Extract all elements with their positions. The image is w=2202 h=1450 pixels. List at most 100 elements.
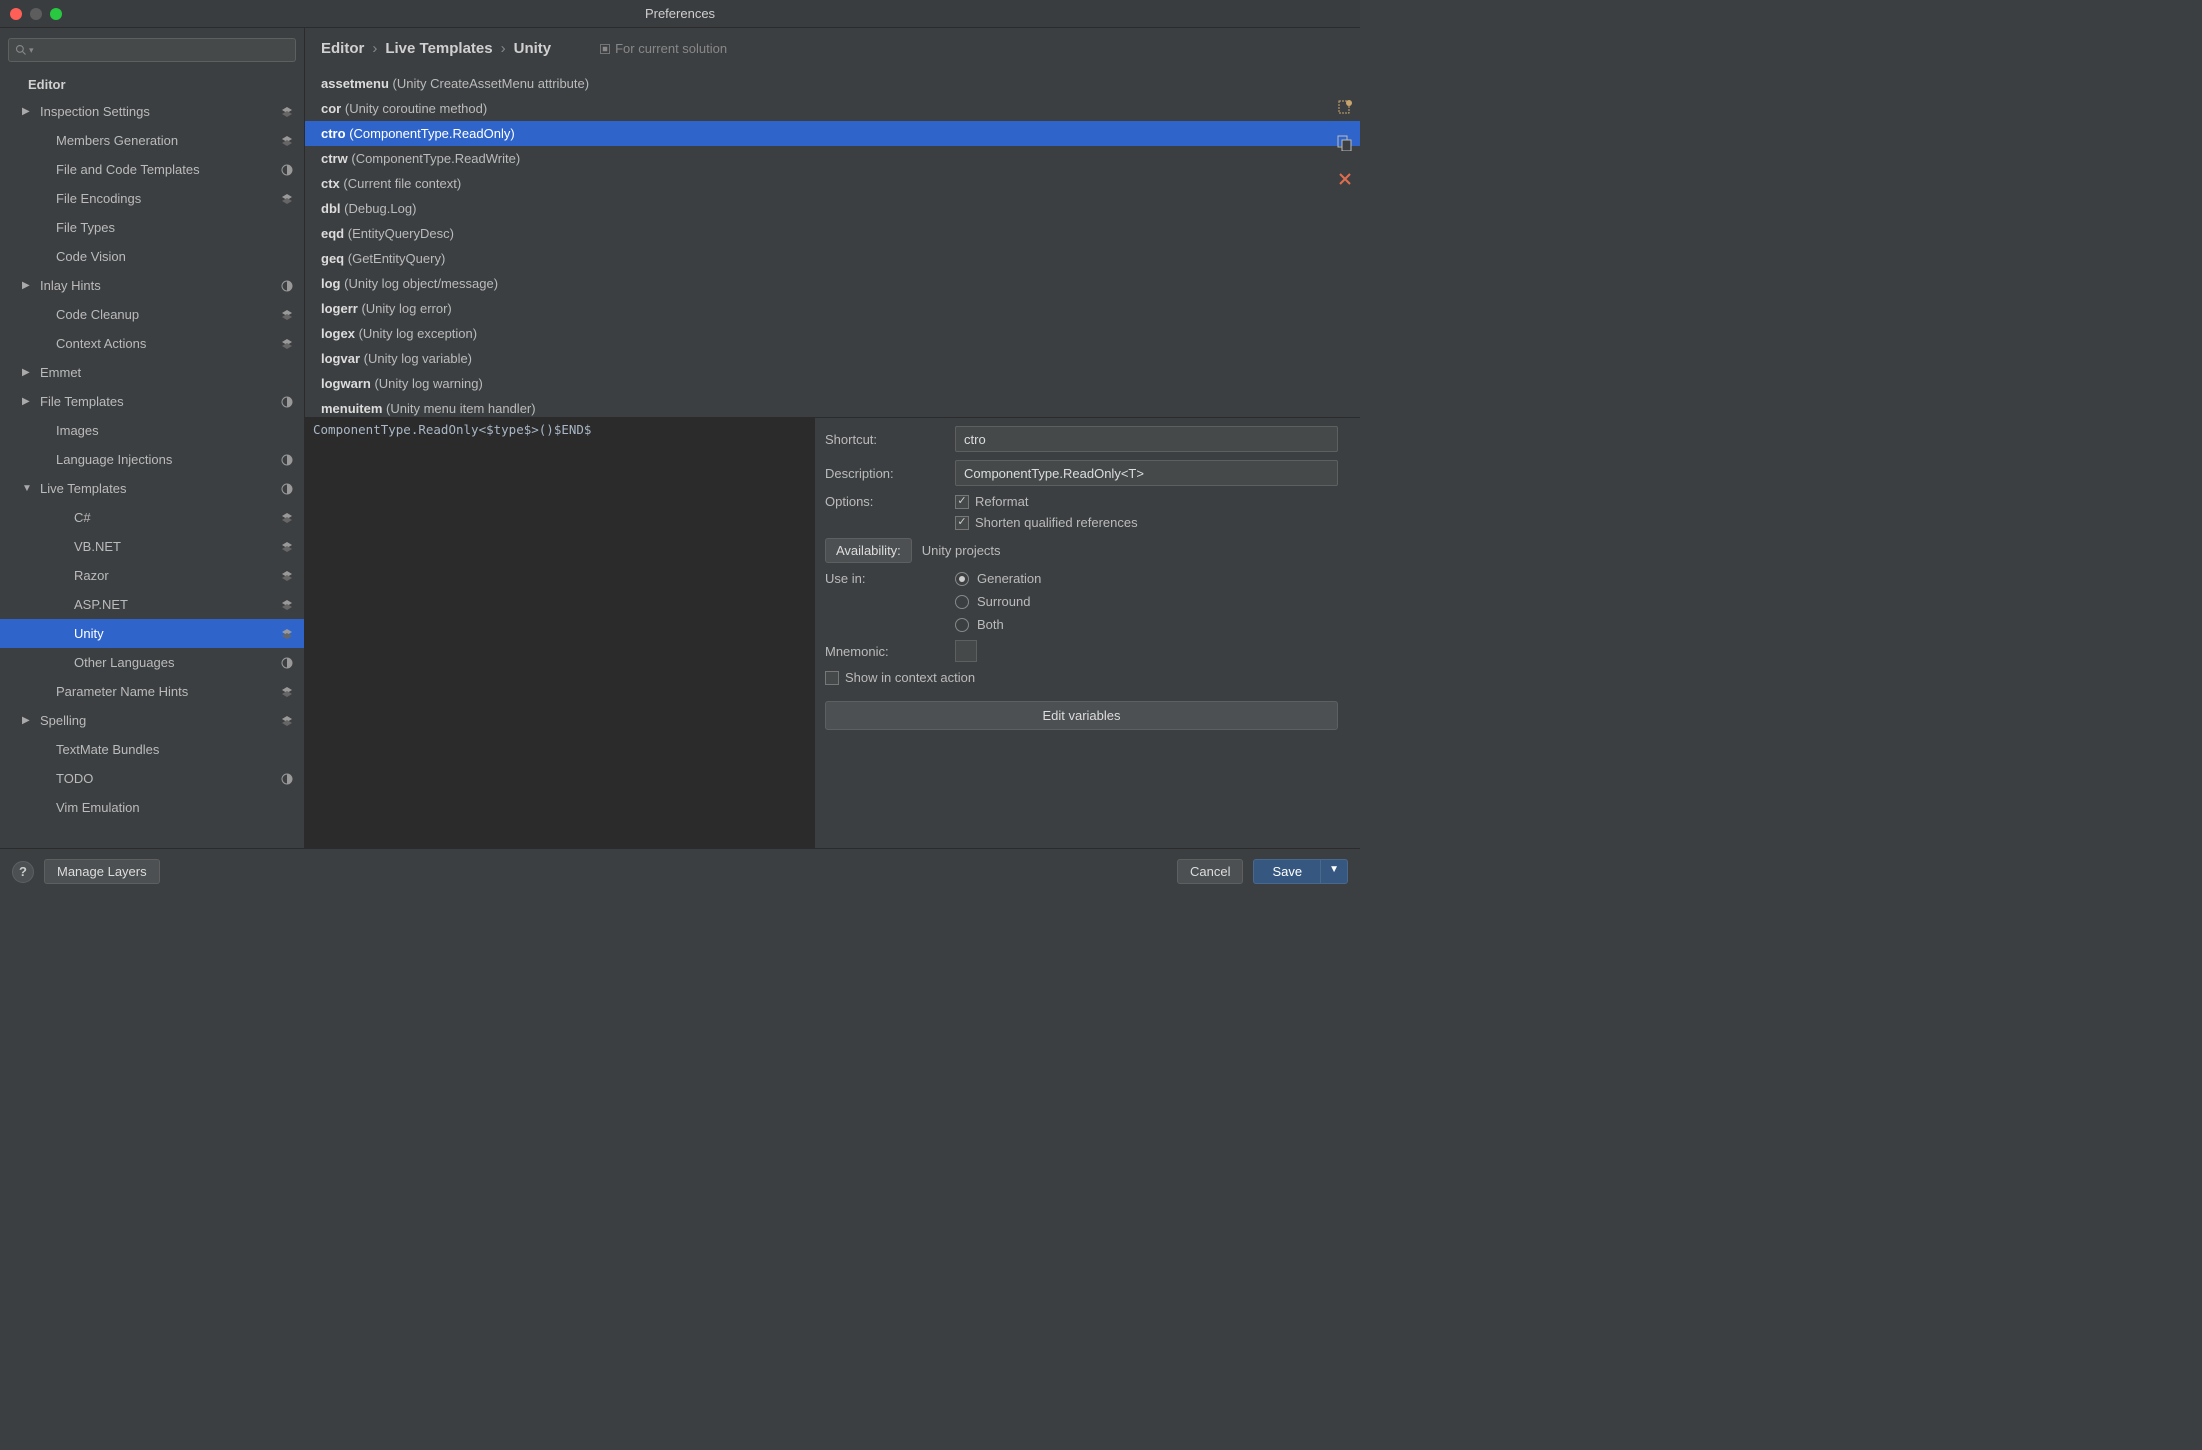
template-row[interactable]: ctrw (ComponentType.ReadWrite) <box>305 146 1360 171</box>
template-row[interactable]: logvar (Unity log variable) <box>305 346 1360 371</box>
sidebar-item-label: TextMate Bundles <box>56 742 294 757</box>
sidebar-item-label: Code Cleanup <box>56 307 280 322</box>
usein-generation-radio[interactable]: Generation <box>955 571 1041 586</box>
new-template-icon[interactable] <box>1336 98 1354 116</box>
template-desc: (EntityQueryDesc) <box>348 226 454 241</box>
close-window-icon[interactable] <box>10 8 22 20</box>
description-input[interactable] <box>955 460 1338 486</box>
expand-arrow-icon: ▶ <box>22 367 34 378</box>
sidebar-item-inspection-settings[interactable]: ▶Inspection Settings <box>0 97 304 126</box>
sidebar-item-code-cleanup[interactable]: Code Cleanup <box>0 300 304 329</box>
sidebar-item-razor[interactable]: Razor <box>0 561 304 590</box>
sidebar-item-language-injections[interactable]: Language Injections <box>0 445 304 474</box>
show-context-checkbox[interactable]: Show in context action <box>825 670 1338 685</box>
availability-button[interactable]: Availability: <box>825 538 912 563</box>
dialog-footer: ? Manage Layers Cancel Save ▼ <box>0 848 1360 894</box>
sidebar-item-live-templates[interactable]: ▼Live Templates <box>0 474 304 503</box>
description-label: Description: <box>825 466 945 481</box>
shorten-refs-checkbox[interactable]: Shorten qualified references <box>955 515 1138 530</box>
sidebar-item-context-actions[interactable]: Context Actions <box>0 329 304 358</box>
sidebar-item-c-[interactable]: C# <box>0 503 304 532</box>
manage-layers-button[interactable]: Manage Layers <box>44 859 160 884</box>
sidebar: ▾ Editor ▶Inspection SettingsMembers Gen… <box>0 28 305 848</box>
template-row[interactable]: ctx (Current file context) <box>305 171 1360 196</box>
sidebar-item-code-vision[interactable]: Code Vision <box>0 242 304 271</box>
solution-scope[interactable]: For current solution <box>599 41 727 56</box>
template-row[interactable]: cor (Unity coroutine method) <box>305 96 1360 121</box>
sidebar-item-label: C# <box>74 510 280 525</box>
sidebar-item-label: Inspection Settings <box>40 104 280 119</box>
layers-icon <box>280 627 294 641</box>
template-row[interactable]: geq (GetEntityQuery) <box>305 246 1360 271</box>
copy-template-icon[interactable] <box>1336 134 1354 152</box>
sidebar-item-label: Razor <box>74 568 280 583</box>
sidebar-item-vim-emulation[interactable]: Vim Emulation <box>0 793 304 822</box>
reformat-checkbox[interactable]: Reformat <box>955 494 1138 509</box>
sidebar-item-spelling[interactable]: ▶Spelling <box>0 706 304 735</box>
template-desc: (Unity log object/message) <box>344 276 498 291</box>
sidebar-item-members-generation[interactable]: Members Generation <box>0 126 304 155</box>
scope-icon <box>280 772 294 786</box>
sidebar-item-label: Live Templates <box>40 481 280 496</box>
delete-template-icon[interactable] <box>1336 170 1354 188</box>
sidebar-item-label: File Templates <box>40 394 280 409</box>
sidebar-item-other-languages[interactable]: Other Languages <box>0 648 304 677</box>
usein-surround-radio[interactable]: Surround <box>955 594 1041 609</box>
breadcrumb-sep: › <box>372 40 377 57</box>
sidebar-item-label: Parameter Name Hints <box>56 684 280 699</box>
layers-icon <box>280 192 294 206</box>
template-row[interactable]: menuitem (Unity menu item handler) <box>305 396 1360 417</box>
template-row[interactable]: log (Unity log object/message) <box>305 271 1360 296</box>
template-code-editor[interactable]: ComponentType.ReadOnly<$type$>()$END$ <box>305 418 815 848</box>
search-field[interactable] <box>38 43 289 57</box>
sidebar-item-file-types[interactable]: File Types <box>0 213 304 242</box>
shortcut-input[interactable] <box>955 426 1338 452</box>
sidebar-item-emmet[interactable]: ▶ Emmet <box>0 358 304 387</box>
template-row[interactable]: ctro (ComponentType.ReadOnly) <box>305 121 1360 146</box>
sidebar-item-file-templates[interactable]: ▶File Templates <box>0 387 304 416</box>
usein-both-radio[interactable]: Both <box>955 617 1041 632</box>
breadcrumb-1[interactable]: Editor <box>321 40 364 57</box>
template-list[interactable]: assetmenu (Unity CreateAssetMenu attribu… <box>305 67 1360 417</box>
sidebar-item-label: VB.NET <box>74 539 280 554</box>
layers-icon <box>280 569 294 583</box>
save-dropdown-icon[interactable]: ▼ <box>1320 860 1347 883</box>
template-desc: (Unity log variable) <box>364 351 472 366</box>
template-row[interactable]: logerr (Unity log error) <box>305 296 1360 321</box>
checkbox-icon <box>825 671 839 685</box>
scope-icon <box>280 279 294 293</box>
breadcrumb-2[interactable]: Live Templates <box>385 40 492 57</box>
sidebar-item-inlay-hints[interactable]: ▶Inlay Hints <box>0 271 304 300</box>
edit-variables-button[interactable]: Edit variables <box>825 701 1338 730</box>
shorten-label: Shorten qualified references <box>975 515 1138 530</box>
help-button[interactable]: ? <box>12 861 34 883</box>
sidebar-item-parameter-name-hints[interactable]: Parameter Name Hints <box>0 677 304 706</box>
template-row[interactable]: logex (Unity log exception) <box>305 321 1360 346</box>
expand-arrow-icon: ▶ <box>22 280 34 291</box>
sidebar-item-label: Emmet <box>40 365 294 380</box>
options-label: Options: <box>825 494 945 509</box>
maximize-window-icon[interactable] <box>50 8 62 20</box>
minimize-window-icon[interactable] <box>30 8 42 20</box>
template-row[interactable]: dbl (Debug.Log) <box>305 196 1360 221</box>
sidebar-item-file-and-code-templates[interactable]: File and Code Templates <box>0 155 304 184</box>
sidebar-item-images[interactable]: Images <box>0 416 304 445</box>
sidebar-item-vb-net[interactable]: VB.NET <box>0 532 304 561</box>
layers-icon <box>280 134 294 148</box>
radio-icon <box>955 572 969 586</box>
sidebar-item-todo[interactable]: TODO <box>0 764 304 793</box>
mnemonic-input[interactable] <box>955 640 977 662</box>
sidebar-item-file-encodings[interactable]: File Encodings <box>0 184 304 213</box>
template-row[interactable]: assetmenu (Unity CreateAssetMenu attribu… <box>305 71 1360 96</box>
sidebar-item-textmate-bundles[interactable]: TextMate Bundles <box>0 735 304 764</box>
template-row[interactable]: logwarn (Unity log warning) <box>305 371 1360 396</box>
sidebar-item-asp-net[interactable]: ASP.NET <box>0 590 304 619</box>
save-button[interactable]: Save ▼ <box>1253 859 1348 884</box>
cancel-button[interactable]: Cancel <box>1177 859 1243 884</box>
template-abbr: logvar <box>321 351 360 366</box>
sidebar-item-unity[interactable]: Unity <box>0 619 304 648</box>
search-input[interactable]: ▾ <box>8 38 296 62</box>
sidebar-item-label: Other Languages <box>74 655 280 670</box>
template-row[interactable]: eqd (EntityQueryDesc) <box>305 221 1360 246</box>
window-title: Preferences <box>0 6 1360 21</box>
